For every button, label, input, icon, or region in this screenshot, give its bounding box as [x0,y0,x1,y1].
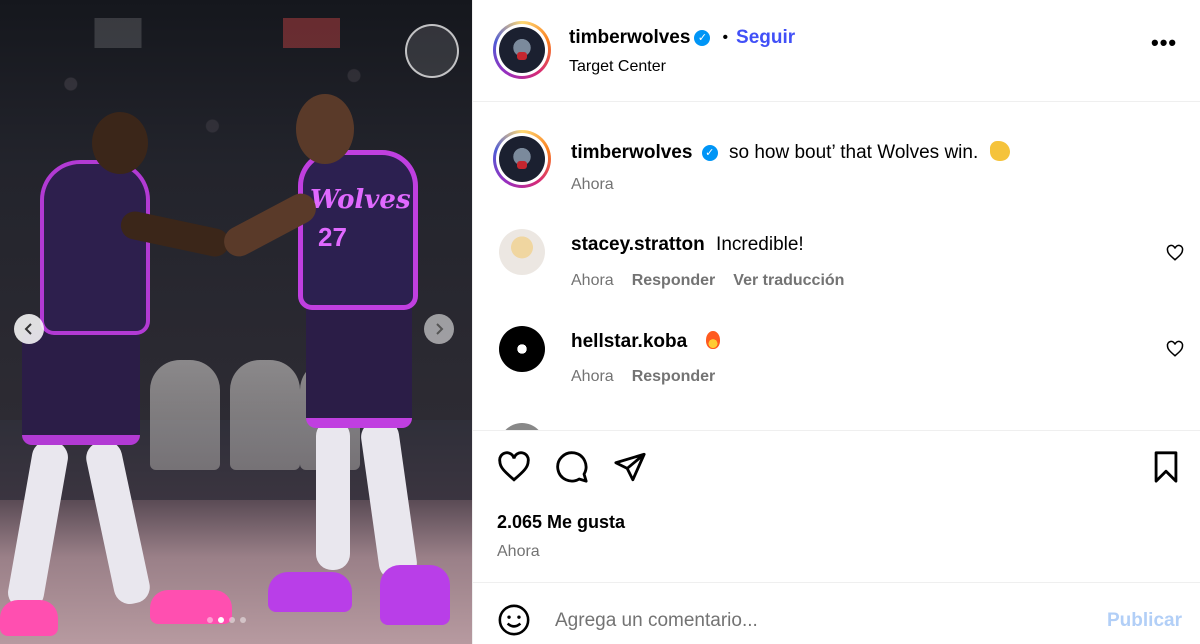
wolf-logo-icon [499,136,545,182]
caption-meta: Ahora [571,176,614,194]
carousel-dot[interactable] [229,617,235,623]
arena-lights [0,18,472,48]
bookmark-icon[interactable] [1149,450,1183,484]
separator: • [722,29,729,46]
post-photo[interactable]: Wolves 27 [0,0,472,644]
carousel-dot[interactable] [240,617,246,623]
comment-time[interactable]: Ahora [571,272,614,290]
commenter-avatar[interactable] [499,423,545,430]
comment-time[interactable]: Ahora [571,368,614,386]
translate-button[interactable]: Ver traducción [733,272,844,290]
comment-composer: Publicar [473,582,1200,644]
publish-button[interactable]: Publicar [1107,610,1182,632]
player-shoe [0,600,58,636]
comments-list[interactable]: timberwolves ✓ so how bout’ that Wolves … [473,103,1200,431]
location-link[interactable]: Target Center [569,58,666,76]
caption-time[interactable]: Ahora [571,176,614,194]
post-actions: 2.065 Me gusta Ahora [473,432,1200,582]
comment: hellstar.koba [571,331,721,353]
player-head [92,112,148,174]
comment-username[interactable]: stacey.stratton [571,234,705,255]
smiley-icon[interactable] [497,603,531,637]
chevron-right-icon [436,323,444,335]
player-shorts [22,330,140,445]
carousel-next-button[interactable] [424,314,454,344]
player-shorts [306,300,412,428]
author-avatar[interactable] [493,21,551,79]
like-count[interactable]: 2.065 Me gusta [497,512,625,533]
bench-person [150,360,220,470]
comment-username[interactable]: hellstar.koba [571,331,687,352]
player-jersey [40,160,150,335]
author-username[interactable]: timberwolves [569,27,690,49]
instagram-post-modal: Wolves 27 timberwolves ✓ • Seguir Target… [0,0,1200,644]
commenter-avatar[interactable] [499,326,545,372]
caption-author-avatar[interactable] [493,130,551,188]
post-details-panel: timberwolves ✓ • Seguir Target Center ••… [472,0,1200,644]
player-leg [316,420,350,570]
carousel-dot[interactable] [207,617,213,623]
player-head [296,94,354,164]
bench-person [230,360,300,470]
reply-button[interactable]: Responder [632,368,716,386]
like-comment-heart-icon[interactable] [1166,340,1184,358]
commenter-avatar[interactable] [499,229,545,275]
comment-meta: Ahora Responder [571,368,715,386]
verified-badge-icon: ✓ [701,145,718,161]
comment-text: Incredible! [716,234,804,255]
post-header: timberwolves ✓ • Seguir Target Center ••… [473,0,1200,102]
fire-emoji [706,331,721,349]
follow-button[interactable]: Seguir [736,27,795,49]
caption-text: so how bout’ that Wolves win. [729,142,979,163]
wolf-logo-icon [499,27,545,73]
comment-input[interactable] [555,607,1075,635]
comment: stacey.stratton Incredible! [571,234,804,256]
chevron-left-icon [24,323,32,335]
jersey-number: 27 [318,222,347,252]
comment-icon[interactable] [555,450,589,484]
carousel-dot-active[interactable] [218,617,224,623]
clapping-hands-emoji [989,141,1010,161]
caption: timberwolves ✓ so how bout’ that Wolves … [571,141,1010,164]
comment-meta: Ahora Responder Ver traducción [571,272,844,290]
heart-icon[interactable] [497,450,531,484]
like-comment-heart-icon[interactable] [1166,244,1184,262]
jersey-wordmark: Wolves [310,185,411,215]
reply-button[interactable]: Responder [632,272,716,290]
carousel-prev-button[interactable] [14,314,44,344]
more-options-icon[interactable]: ••• [1151,30,1177,56]
author-line: timberwolves ✓ • Seguir [569,27,795,49]
post-time[interactable]: Ahora [497,543,540,561]
team-logo-icon [405,24,459,78]
player-shoe [268,572,352,612]
send-icon[interactable] [613,450,647,484]
player-jersey [298,150,418,310]
caption-username[interactable]: timberwolves [571,142,692,163]
carousel-dots [207,617,246,623]
verified-badge-icon: ✓ [694,30,711,46]
player-shoe [380,565,450,625]
